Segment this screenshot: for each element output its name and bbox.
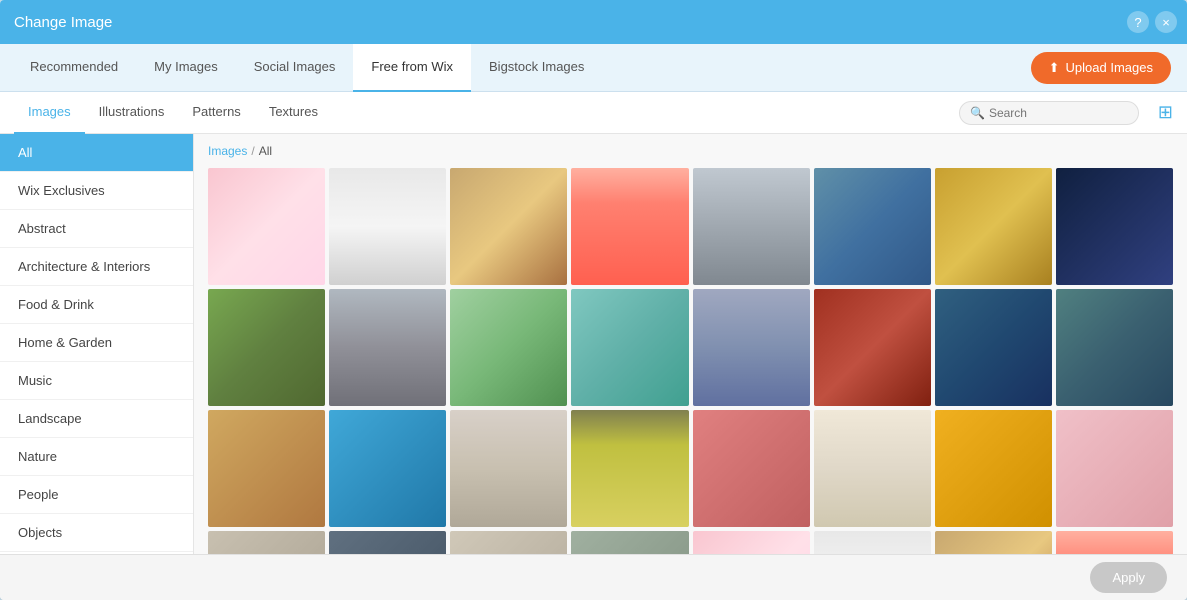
image-cell[interactable] bbox=[208, 289, 325, 406]
image-grid bbox=[208, 168, 1173, 554]
upload-images-button[interactable]: ⬆ Upload Images bbox=[1031, 52, 1171, 84]
image-cell[interactable] bbox=[814, 531, 931, 554]
sidebar-item-abstract[interactable]: Abstract bbox=[0, 210, 193, 248]
sub-tab-images[interactable]: Images bbox=[14, 92, 85, 134]
close-button[interactable]: × bbox=[1155, 11, 1177, 33]
image-cell[interactable] bbox=[1056, 289, 1173, 406]
image-cell[interactable] bbox=[1056, 531, 1173, 554]
image-cell[interactable] bbox=[450, 168, 567, 285]
sub-tab-illustrations[interactable]: Illustrations bbox=[85, 92, 179, 134]
sidebar-item-music[interactable]: Music bbox=[0, 362, 193, 400]
image-area: Images / All bbox=[194, 134, 1187, 554]
upload-icon: ⬆ bbox=[1049, 60, 1060, 76]
image-cell[interactable] bbox=[571, 168, 688, 285]
sidebar-item-architecture[interactable]: Architecture & Interiors bbox=[0, 248, 193, 286]
image-cell[interactable] bbox=[693, 289, 810, 406]
tab-bar: Recommended My Images Social Images Free… bbox=[0, 44, 1187, 92]
sub-tab-textures[interactable]: Textures bbox=[255, 92, 332, 134]
sidebar-item-nature[interactable]: Nature bbox=[0, 438, 193, 476]
sidebar-item-people[interactable]: People bbox=[0, 476, 193, 514]
tab-bigstock-images[interactable]: Bigstock Images bbox=[471, 44, 602, 92]
sidebar-item-all[interactable]: All bbox=[0, 134, 193, 172]
image-cell[interactable] bbox=[814, 410, 931, 527]
grid-view-icon[interactable]: ⊞ bbox=[1158, 102, 1173, 123]
sidebar-item-wix-exclusives[interactable]: Wix Exclusives bbox=[0, 172, 193, 210]
image-cell[interactable] bbox=[450, 410, 567, 527]
content-area: All Wix Exclusives Abstract Architecture… bbox=[0, 134, 1187, 554]
sub-tab-bar: Images Illustrations Patterns Textures 🔍… bbox=[0, 92, 1187, 134]
image-cell[interactable] bbox=[693, 168, 810, 285]
image-cell[interactable] bbox=[571, 410, 688, 527]
search-box: 🔍 bbox=[959, 101, 1139, 125]
image-cell[interactable] bbox=[1056, 168, 1173, 285]
tab-my-images[interactable]: My Images bbox=[136, 44, 236, 92]
sidebar-item-landscape[interactable]: Landscape bbox=[0, 400, 193, 438]
image-cell[interactable] bbox=[208, 168, 325, 285]
image-cell[interactable] bbox=[571, 531, 688, 554]
image-cell[interactable] bbox=[450, 531, 567, 554]
image-cell[interactable] bbox=[935, 410, 1052, 527]
image-cell[interactable] bbox=[693, 531, 810, 554]
image-cell[interactable] bbox=[935, 168, 1052, 285]
sidebar-item-home-garden[interactable]: Home & Garden bbox=[0, 324, 193, 362]
breadcrumb: Images / All bbox=[208, 144, 1173, 158]
image-cell[interactable] bbox=[450, 289, 567, 406]
tab-recommended[interactable]: Recommended bbox=[12, 44, 136, 92]
image-cell[interactable] bbox=[329, 289, 446, 406]
title-bar-controls: ? × bbox=[1127, 11, 1177, 33]
image-cell[interactable] bbox=[935, 289, 1052, 406]
image-cell[interactable] bbox=[693, 410, 810, 527]
tab-social-images[interactable]: Social Images bbox=[236, 44, 354, 92]
image-cell[interactable] bbox=[208, 410, 325, 527]
modal-container: Change Image ? × Recommended My Images S… bbox=[0, 0, 1187, 600]
image-cell[interactable] bbox=[329, 531, 446, 554]
sub-tab-patterns[interactable]: Patterns bbox=[178, 92, 254, 134]
sidebar: All Wix Exclusives Abstract Architecture… bbox=[0, 134, 194, 554]
image-cell[interactable] bbox=[208, 531, 325, 554]
modal-title: Change Image bbox=[14, 14, 112, 31]
sidebar-item-objects[interactable]: Objects bbox=[0, 514, 193, 552]
search-icon: 🔍 bbox=[970, 106, 985, 120]
image-cell[interactable] bbox=[329, 168, 446, 285]
sidebar-item-food-drink[interactable]: Food & Drink bbox=[0, 286, 193, 324]
help-button[interactable]: ? bbox=[1127, 11, 1149, 33]
breadcrumb-separator: / bbox=[251, 144, 254, 158]
image-cell[interactable] bbox=[1056, 410, 1173, 527]
search-input[interactable] bbox=[989, 106, 1128, 120]
apply-button[interactable]: Apply bbox=[1090, 562, 1167, 593]
breadcrumb-parent[interactable]: Images bbox=[208, 144, 247, 158]
image-cell[interactable] bbox=[935, 531, 1052, 554]
upload-label: Upload Images bbox=[1066, 60, 1153, 75]
image-cell[interactable] bbox=[814, 168, 931, 285]
footer: Apply bbox=[0, 554, 1187, 600]
breadcrumb-current: All bbox=[259, 144, 272, 158]
image-cell[interactable] bbox=[571, 289, 688, 406]
title-bar: Change Image ? × bbox=[0, 0, 1187, 44]
image-cell[interactable] bbox=[814, 289, 931, 406]
image-cell[interactable] bbox=[329, 410, 446, 527]
tab-free-from-wix[interactable]: Free from Wix bbox=[353, 44, 471, 92]
